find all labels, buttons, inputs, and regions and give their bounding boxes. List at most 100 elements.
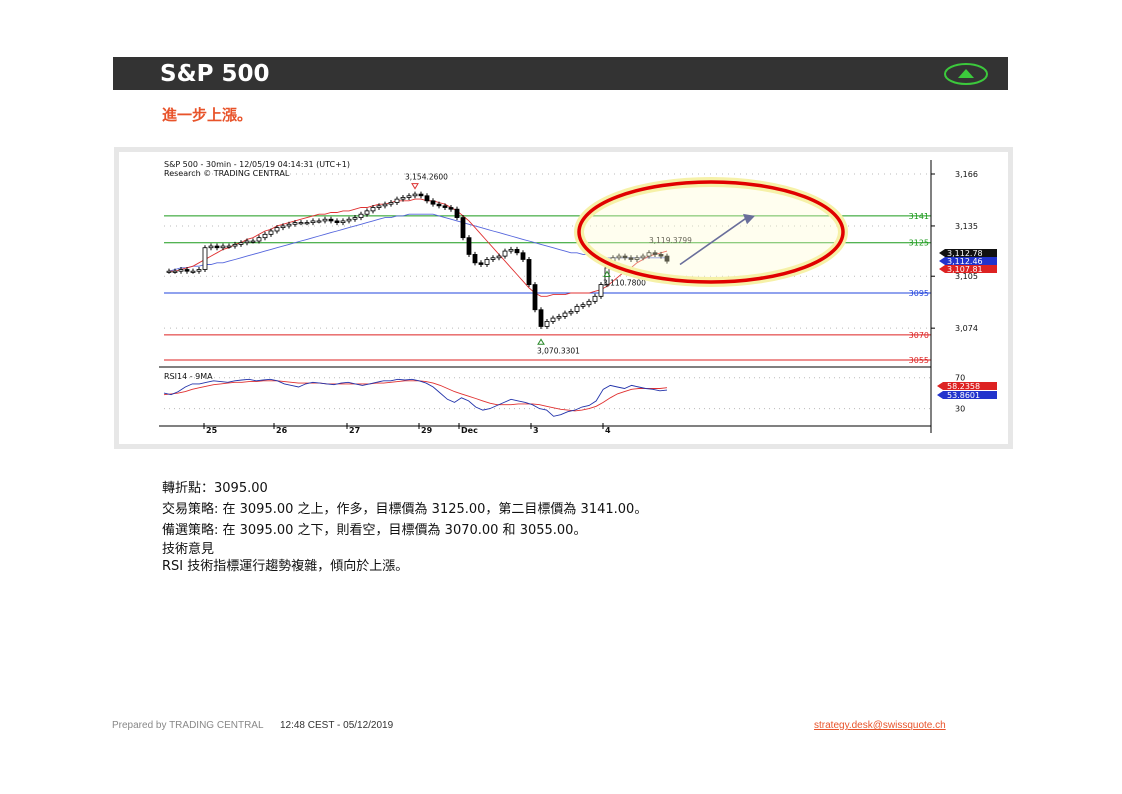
candle-up	[580, 304, 586, 307]
opinion-text: RSI 技術指標運行趨勢複雜，傾向於上漲。	[162, 559, 409, 574]
price-tag-label: 3,107.81	[947, 265, 983, 274]
level-label: 3141	[909, 212, 929, 221]
x-tick-label: 4	[605, 426, 611, 435]
candle-up	[490, 257, 496, 260]
candle-up	[544, 321, 550, 327]
chart-title: S&P 500 - 30min - 12/05/19 04:14:31 (UTC…	[164, 160, 350, 169]
rsi-tag: 58.2358	[937, 382, 997, 391]
candle-down	[436, 203, 442, 207]
opinion-title: 技術意見	[162, 542, 215, 557]
candle-up	[286, 223, 292, 227]
candle-up	[568, 311, 574, 314]
candle-up	[502, 250, 508, 257]
candle-down	[424, 195, 430, 202]
pivot-point: 轉折點：3095.00	[162, 481, 268, 496]
candle-down	[334, 220, 340, 223]
annotation-label: 3,110.7800	[603, 279, 646, 288]
x-tick-label: 29	[421, 426, 433, 435]
candle-up	[322, 218, 328, 222]
candle-up	[394, 198, 400, 203]
candle-down	[514, 249, 520, 254]
header-bar: S&P 500	[113, 57, 1008, 90]
candle-down	[454, 208, 460, 218]
level-label: 3095	[909, 289, 929, 298]
rsi-tick-label: 30	[955, 405, 965, 414]
candle-up	[262, 233, 268, 239]
candle-down	[472, 254, 478, 264]
candle-up	[484, 259, 490, 265]
candle-up	[220, 245, 226, 249]
y-tick-label: 3,074	[955, 324, 978, 333]
candle-down	[214, 245, 220, 249]
candle-up	[376, 205, 382, 208]
candle-down	[532, 284, 538, 311]
candle-up	[250, 240, 256, 243]
candle-up	[316, 220, 322, 223]
candle-up	[370, 207, 376, 212]
candle-down	[328, 218, 334, 222]
candle-down	[478, 262, 484, 265]
level-label: 3070	[909, 331, 929, 340]
candle-up	[268, 230, 274, 235]
rsi-tag-label: 58.2358	[947, 382, 980, 391]
candle-down	[460, 217, 466, 239]
rsi-label: RSI14 - 9MA	[164, 372, 213, 381]
candle-up	[346, 218, 352, 222]
candle-up	[586, 300, 592, 306]
rsi-line	[163, 378, 668, 417]
x-tick-label: 25	[206, 426, 218, 435]
candle-up	[244, 240, 250, 244]
alternative-strategy: 備選策略: 在 3095.00 之下，則看空，目標價為 3070.00 和 30…	[162, 523, 587, 538]
candle-up	[550, 317, 556, 322]
headline: 進一步上漲。	[162, 106, 253, 124]
rsi-tag: 53.8601	[937, 391, 997, 400]
footer-credit: Prepared by TRADING CENTRAL 12:48 CEST -…	[112, 720, 393, 731]
x-tick-label: 26	[276, 426, 288, 435]
candle-down	[442, 205, 448, 208]
candle-up	[358, 213, 364, 218]
annotation-label: 3,154.2600	[405, 173, 448, 182]
price-chart: 3141 3125 3095 3070 3055 3,154.2600 3,110.780…	[159, 160, 997, 435]
candle-down	[184, 269, 190, 272]
candle-up	[364, 210, 370, 215]
candle-up	[238, 242, 244, 245]
rsi-tag-label: 53.8601	[947, 391, 980, 400]
candle-up	[556, 316, 562, 319]
candle-up	[166, 270, 172, 273]
level-label: 3055	[909, 356, 929, 365]
candle-down	[538, 309, 544, 327]
candle-up	[274, 227, 280, 232]
candle-up	[574, 305, 580, 312]
trading-strategy: 交易策略: 在 3095.00 之上，作多，目標價為 3125.00，第二目標價…	[162, 502, 648, 517]
annotation-label: 3,070.3301	[537, 346, 580, 355]
candle-down	[466, 237, 472, 255]
chart-frame: 3141 3125 3095 3070 3055 3,154.2600 3,110.780…	[114, 147, 1013, 449]
candle-up	[304, 222, 310, 225]
candle-down	[520, 252, 526, 260]
candle-up	[172, 270, 178, 273]
candle-up	[190, 270, 196, 273]
candle-down	[418, 193, 424, 197]
candle-up	[298, 222, 304, 225]
candle-up	[256, 237, 262, 242]
analysis-notes: 轉折點：3095.00 交易策略: 在 3095.00 之上，作多，目標價為 3…	[162, 478, 647, 575]
page-title: S&P 500	[160, 61, 270, 87]
candle-up	[208, 245, 214, 249]
y-tick-label: 3,166	[955, 170, 978, 179]
candle-up	[406, 195, 412, 198]
y-tick-label: 3,135	[955, 222, 978, 231]
axes: 3,1663,1353,1053,0743,112.783,112.463,10…	[159, 160, 997, 435]
footer-email-link[interactable]: strategy.desk@swissquote.ch	[814, 720, 946, 731]
candle-up	[202, 247, 208, 270]
x-tick-label: 27	[349, 426, 360, 435]
candle-up	[178, 269, 184, 272]
price-tag: 3,107.81	[939, 265, 997, 274]
candle-up	[508, 249, 514, 252]
candle-up	[280, 225, 286, 229]
footer-timestamp: 12:48 CEST - 05/12/2019	[279, 720, 394, 731]
candle-up	[352, 217, 358, 220]
level-label: 3125	[909, 239, 929, 248]
candle-up	[226, 245, 232, 248]
candle-up	[562, 312, 568, 317]
rsi-panel: 703058.235853.8601	[163, 374, 997, 417]
